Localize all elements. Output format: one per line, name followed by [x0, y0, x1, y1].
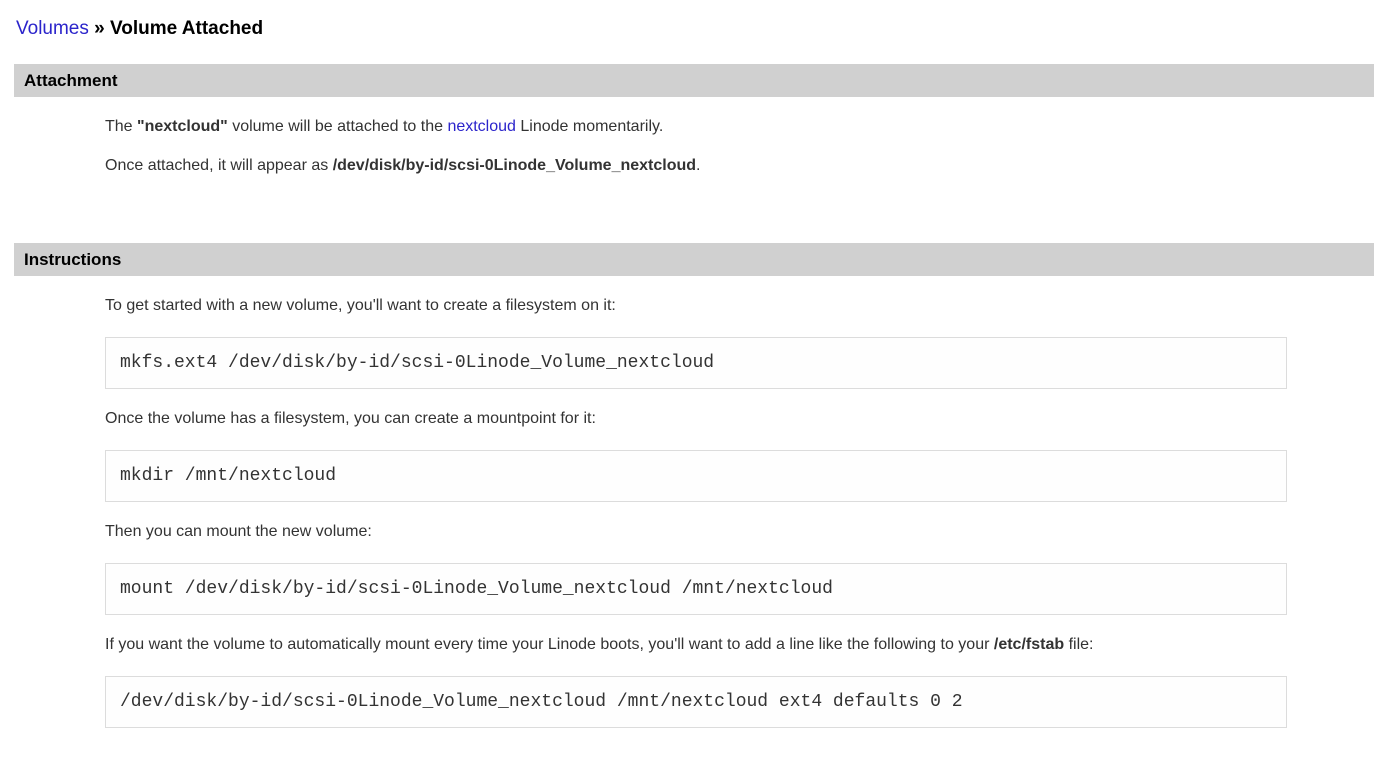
fstab-path-bold: /etc/fstab: [994, 636, 1064, 653]
instruction-step-text-mkdir: Once the volume has a filesystem, you ca…: [105, 409, 1287, 428]
volume-name-bold: "nextcloud": [137, 118, 228, 135]
attachment-intro-t2: volume will be attached to the: [228, 118, 448, 135]
attachment-intro-text: The "nextcloud" volume will be attached …: [105, 117, 1287, 136]
attachment-section-header: Attachment: [14, 64, 1374, 97]
attachment-section-title: Attachment: [24, 71, 118, 90]
linode-link-nextcloud[interactable]: nextcloud: [447, 118, 516, 135]
breadcrumb-current: Volume Attached: [110, 18, 263, 39]
breadcrumb: Volumes » Volume Attached: [16, 18, 1372, 40]
breadcrumb-link-volumes[interactable]: Volumes: [16, 18, 89, 39]
device-path-bold: /dev/disk/by-id/scsi-0Linode_Volume_next…: [333, 157, 696, 174]
attachment-appear-t2: .: [696, 157, 700, 174]
instruction-step-text-mount: Then you can mount the new volume:: [105, 522, 1287, 541]
volume-attached-page: Volumes » Volume Attached Attachment The…: [0, 0, 1388, 784]
code-block-fstab: /dev/disk/by-id/scsi-0Linode_Volume_next…: [105, 676, 1287, 728]
code-block-mount: mount /dev/disk/by-id/scsi-0Linode_Volum…: [105, 563, 1287, 615]
breadcrumb-separator: »: [94, 18, 105, 39]
fstab-text-after: file:: [1064, 636, 1093, 653]
attachment-intro-t1: The: [105, 118, 137, 135]
instruction-step-text-mkfs: To get started with a new volume, you'll…: [105, 296, 1287, 315]
instructions-section-title: Instructions: [24, 250, 121, 269]
fstab-text-before: If you want the volume to automatically …: [105, 636, 994, 653]
attachment-intro-t3: Linode momentarily.: [516, 118, 663, 135]
instructions-section-body: To get started with a new volume, you'll…: [105, 296, 1287, 770]
attachment-section-body: The "nextcloud" volume will be attached …: [105, 117, 1287, 217]
instructions-section-header: Instructions: [14, 243, 1374, 276]
instruction-step-text-fstab: If you want the volume to automatically …: [105, 635, 1287, 654]
code-block-mkdir: mkdir /mnt/nextcloud: [105, 450, 1287, 502]
attachment-appear-t1: Once attached, it will appear as: [105, 157, 333, 174]
code-block-mkfs: mkfs.ext4 /dev/disk/by-id/scsi-0Linode_V…: [105, 337, 1287, 389]
attachment-device-text: Once attached, it will appear as /dev/di…: [105, 156, 1287, 175]
